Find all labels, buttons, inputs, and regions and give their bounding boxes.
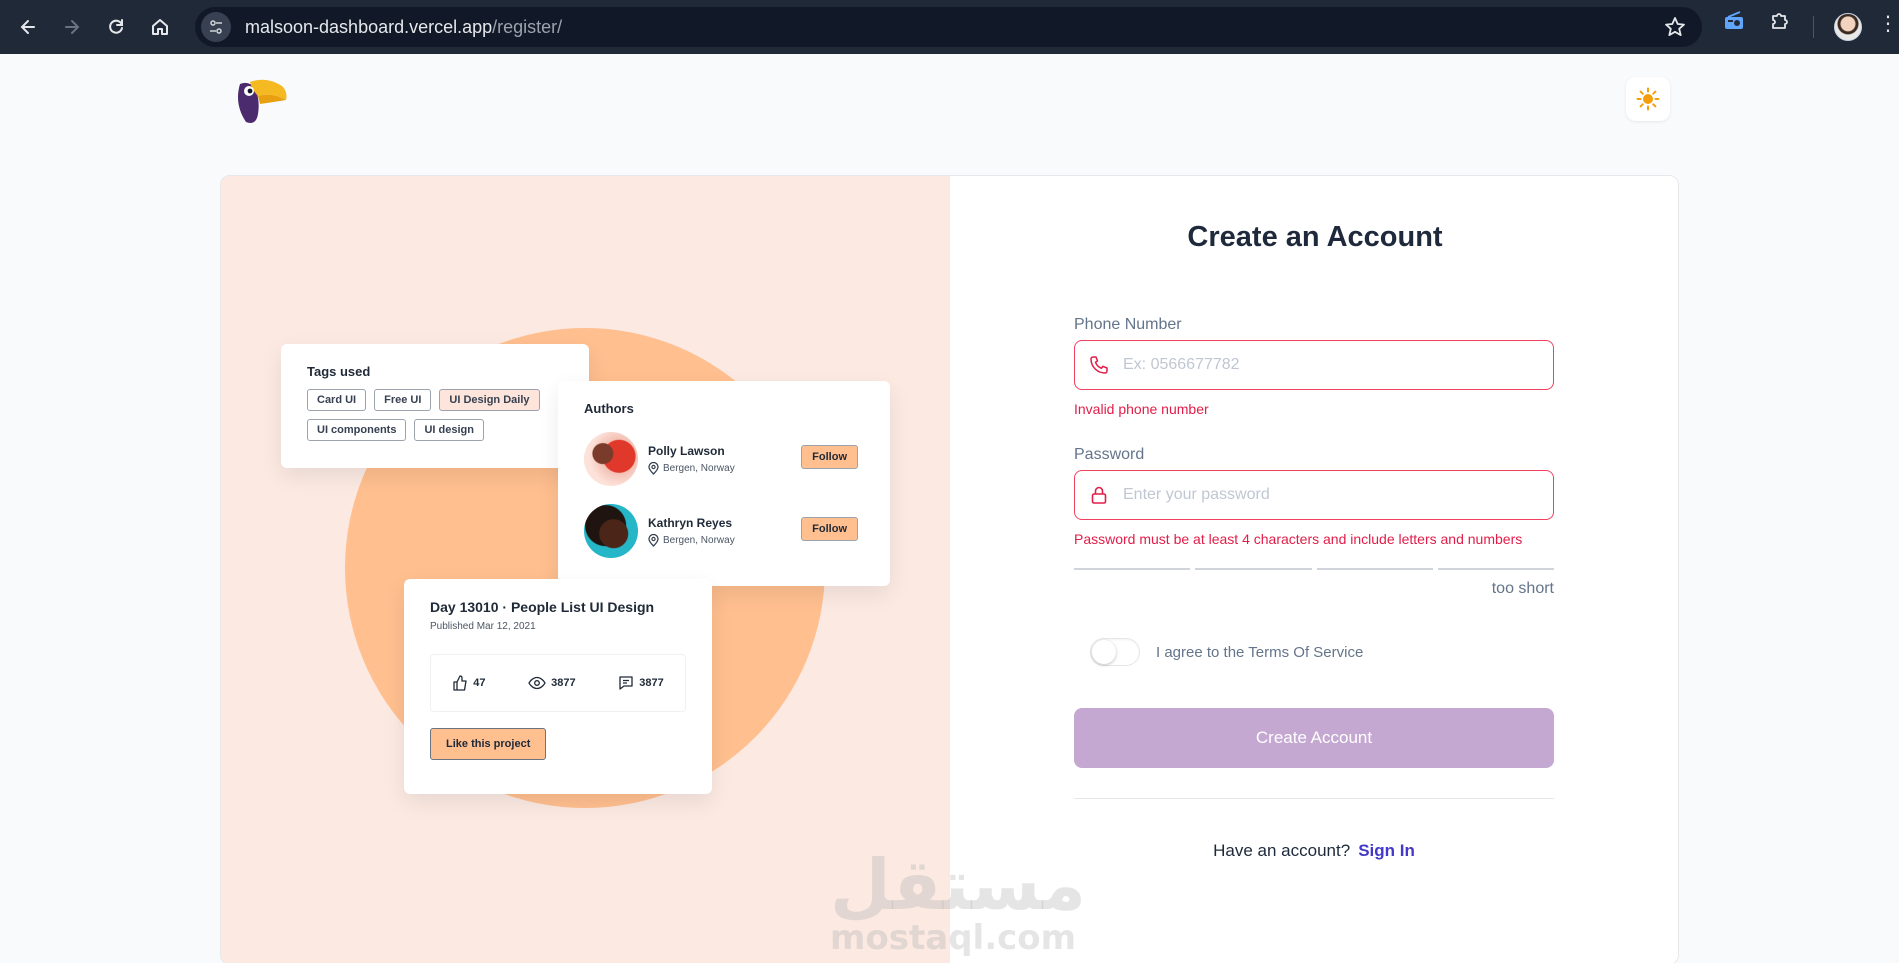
password-error: Password must be at least 4 characters a… bbox=[1074, 531, 1523, 547]
author-location: Bergen, Norway bbox=[648, 461, 735, 475]
follow-button: Follow bbox=[801, 517, 858, 541]
puzzle-icon bbox=[1772, 13, 1788, 29]
views-stat: 3877 bbox=[528, 676, 576, 690]
project-date: Published Mar 12, 2021 bbox=[430, 621, 536, 632]
sun-icon bbox=[1636, 87, 1660, 111]
tune-icon bbox=[210, 20, 222, 34]
comments-count: 3877 bbox=[639, 677, 664, 689]
signin-row: Have an account? Sign In bbox=[1074, 841, 1554, 861]
terms-label[interactable]: I agree to the Terms Of Service bbox=[1156, 644, 1363, 661]
author-item: Polly Lawson Bergen, Norway Follow bbox=[584, 430, 864, 488]
author-info: Kathryn Reyes Bergen, Norway bbox=[648, 516, 735, 547]
comments-stat: 3877 bbox=[618, 675, 664, 691]
password-strength-label: too short bbox=[1491, 580, 1554, 597]
likes-count: 47 bbox=[473, 677, 486, 689]
signin-link[interactable]: Sign In bbox=[1358, 841, 1415, 860]
author-name: Polly Lawson bbox=[648, 443, 725, 458]
media-button[interactable] bbox=[1722, 9, 1746, 38]
strength-segment bbox=[1074, 568, 1191, 570]
author-avatar bbox=[584, 504, 638, 558]
arrow-left-icon bbox=[20, 20, 35, 34]
browser-menu-button[interactable]: ⋮ bbox=[1878, 14, 1898, 34]
page-title: Create an Account bbox=[1187, 221, 1443, 253]
watermark-latin: mostaql.com bbox=[830, 918, 1077, 958]
eye-icon bbox=[528, 676, 546, 690]
strength-segment bbox=[1195, 568, 1312, 570]
tags-title: Tags used bbox=[307, 364, 371, 379]
author-avatar bbox=[584, 432, 638, 486]
create-account-button[interactable]: Create Account bbox=[1074, 708, 1554, 768]
theme-toggle-button[interactable] bbox=[1626, 77, 1670, 121]
phone-icon bbox=[1090, 356, 1108, 374]
project-stats: 47 3877 3877 bbox=[430, 654, 686, 712]
password-strength-meter bbox=[1074, 568, 1554, 570]
register-form: Phone Number Invalid phone number Passwo… bbox=[1074, 316, 1554, 861]
tag-ui-design: UI design bbox=[414, 419, 484, 441]
authors-card: Authors Polly Lawson Bergen, Norway Foll… bbox=[558, 381, 890, 586]
project-card: Day 13010 · People List UI Design Publis… bbox=[404, 579, 712, 794]
comment-icon bbox=[619, 676, 633, 690]
url-path: /register/ bbox=[492, 16, 563, 37]
thumbs-up-icon bbox=[453, 675, 467, 691]
arrow-right-icon bbox=[65, 20, 80, 34]
like-project-button: Like this project bbox=[430, 728, 547, 760]
follow-button: Follow bbox=[801, 445, 858, 469]
tag-free-ui: Free UI bbox=[374, 389, 432, 411]
toucan-logo-icon bbox=[238, 79, 287, 123]
toolbar-divider bbox=[1813, 16, 1814, 38]
tags-card: Tags used Card UI Free UI UI Design Dail… bbox=[281, 344, 589, 468]
profile-avatar[interactable] bbox=[1834, 13, 1862, 41]
signin-prompt: Have an account? bbox=[1213, 841, 1351, 860]
likes-stat: 47 bbox=[452, 675, 486, 691]
phone-input[interactable] bbox=[1123, 356, 1523, 374]
project-title: Day 13010 · People List UI Design bbox=[430, 599, 655, 615]
extensions-button[interactable] bbox=[1768, 9, 1792, 38]
home-icon bbox=[152, 19, 168, 35]
watermark: مستقل mostaql.com bbox=[830, 844, 1087, 958]
password-input[interactable] bbox=[1123, 486, 1523, 504]
strength-segment bbox=[1437, 568, 1554, 570]
terms-toggle[interactable] bbox=[1090, 638, 1140, 666]
tag-card-ui: Card UI bbox=[307, 389, 367, 411]
watermark-arabic: مستقل bbox=[830, 844, 1087, 926]
author-location: Bergen, Norway bbox=[648, 533, 735, 547]
tags-list: Card UI Free UI UI Design Daily UI compo… bbox=[307, 389, 567, 441]
password-label: Password bbox=[1074, 446, 1145, 463]
home-button[interactable] bbox=[140, 7, 180, 47]
author-name: Kathryn Reyes bbox=[648, 515, 733, 530]
strength-segment bbox=[1316, 568, 1433, 570]
star-icon bbox=[1665, 17, 1685, 36]
url-host: malsoon-dashboard.vercel.app bbox=[245, 16, 493, 37]
reload-button[interactable] bbox=[96, 7, 136, 47]
phone-error: Invalid phone number bbox=[1074, 401, 1209, 417]
location-pin-icon bbox=[648, 461, 659, 475]
browser-toolbar: malsoon-dashboard.vercel.app/register/ ⋮ bbox=[0, 0, 1899, 54]
back-button[interactable] bbox=[8, 7, 48, 47]
views-count: 3877 bbox=[551, 677, 576, 689]
author-info: Polly Lawson Bergen, Norway bbox=[648, 444, 735, 475]
lock-icon bbox=[1091, 486, 1107, 504]
author-location-text: Bergen, Norway bbox=[663, 534, 735, 546]
authors-title: Authors bbox=[584, 401, 634, 416]
bookmark-button[interactable] bbox=[1664, 16, 1686, 43]
toggle-knob bbox=[1092, 640, 1116, 664]
form-divider bbox=[1074, 798, 1554, 799]
reload-icon bbox=[109, 19, 123, 34]
phone-field[interactable] bbox=[1074, 340, 1554, 390]
author-item: Kathryn Reyes Bergen, Norway Follow bbox=[584, 502, 864, 560]
phone-label: Phone Number bbox=[1074, 316, 1182, 333]
site-info-button[interactable] bbox=[201, 12, 231, 42]
forward-button[interactable] bbox=[52, 7, 92, 47]
address-bar[interactable]: malsoon-dashboard.vercel.app/register/ bbox=[195, 7, 1702, 47]
author-location-text: Bergen, Norway bbox=[663, 462, 735, 474]
app-logo[interactable] bbox=[232, 74, 290, 126]
terms-row: I agree to the Terms Of Service bbox=[1090, 638, 1554, 666]
url-text: malsoon-dashboard.vercel.app/register/ bbox=[245, 17, 562, 38]
tag-ui-design-daily: UI Design Daily bbox=[439, 389, 540, 411]
radio-icon bbox=[1725, 11, 1743, 29]
location-pin-icon bbox=[648, 533, 659, 547]
tag-ui-components: UI components bbox=[307, 419, 407, 441]
password-field[interactable] bbox=[1074, 470, 1554, 520]
